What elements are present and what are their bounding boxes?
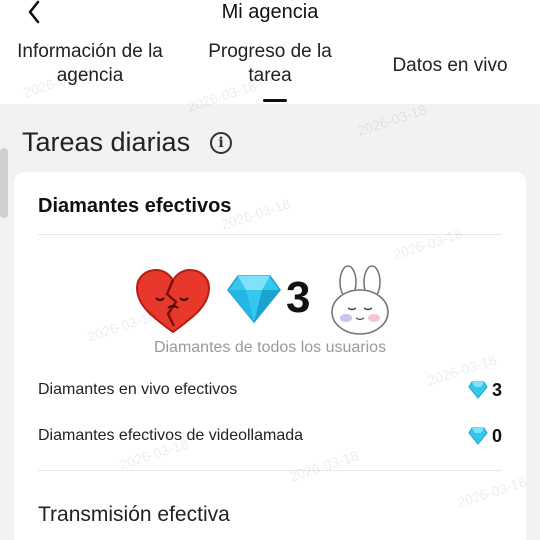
- row-value: 0: [491, 426, 502, 446]
- tab-live-data[interactable]: Datos en vivo: [370, 54, 530, 78]
- watermark: 2026-03-18: [355, 101, 429, 139]
- row-label: Diamantes efectivos de videollamada: [38, 427, 304, 444]
- tab-task-progress[interactable]: Progreso de la tarea: [180, 40, 360, 88]
- diamond-icon: [468, 427, 488, 445]
- card-title: Diamantes efectivos: [38, 195, 232, 217]
- diamond-icon: [227, 275, 281, 324]
- effective-diamonds-card: Diamantes efectivos 3 Diamantes de todos…: [14, 172, 526, 540]
- video-call-diamonds-row: Diamantes efectivos de videollamada 0: [38, 424, 502, 448]
- tab-label-line: tarea: [248, 65, 292, 86]
- scrollbar[interactable]: [0, 148, 8, 218]
- bunny-sticker-icon: [331, 265, 389, 335]
- tab-label-line: Datos en vivo: [392, 55, 508, 76]
- row-label: Diamantes en vivo efectivos: [38, 381, 238, 398]
- diamond-total-display: 3: [134, 265, 414, 338]
- section-subtitle: Transmisión efectiva: [38, 503, 230, 526]
- divider: [38, 234, 502, 235]
- tab-label-line: agencia: [56, 65, 124, 86]
- row-value: 3: [491, 380, 502, 400]
- divider: [38, 470, 502, 471]
- tab-label-line: Progreso de la: [208, 41, 332, 62]
- total-caption: Diamantes de todos los usuarios: [153, 339, 387, 356]
- tab-bar: Información de la agencia Progreso de la…: [0, 40, 540, 104]
- page-title: Mi agencia: [221, 1, 319, 23]
- tab-agency-info[interactable]: Información de la agencia: [0, 40, 180, 88]
- top-bar: Mi agencia: [0, 0, 540, 40]
- section-title: Tareas diarias: [22, 127, 191, 157]
- total-diamond-count: 3: [286, 273, 311, 322]
- diamond-icon: [468, 381, 488, 399]
- live-diamonds-row: Diamantes en vivo efectivos 3: [38, 378, 502, 402]
- active-tab-indicator: [263, 99, 287, 102]
- tab-label-line: Información de la: [17, 41, 163, 62]
- info-icon[interactable]: i: [210, 132, 232, 154]
- broken-heart-icon: [135, 268, 211, 334]
